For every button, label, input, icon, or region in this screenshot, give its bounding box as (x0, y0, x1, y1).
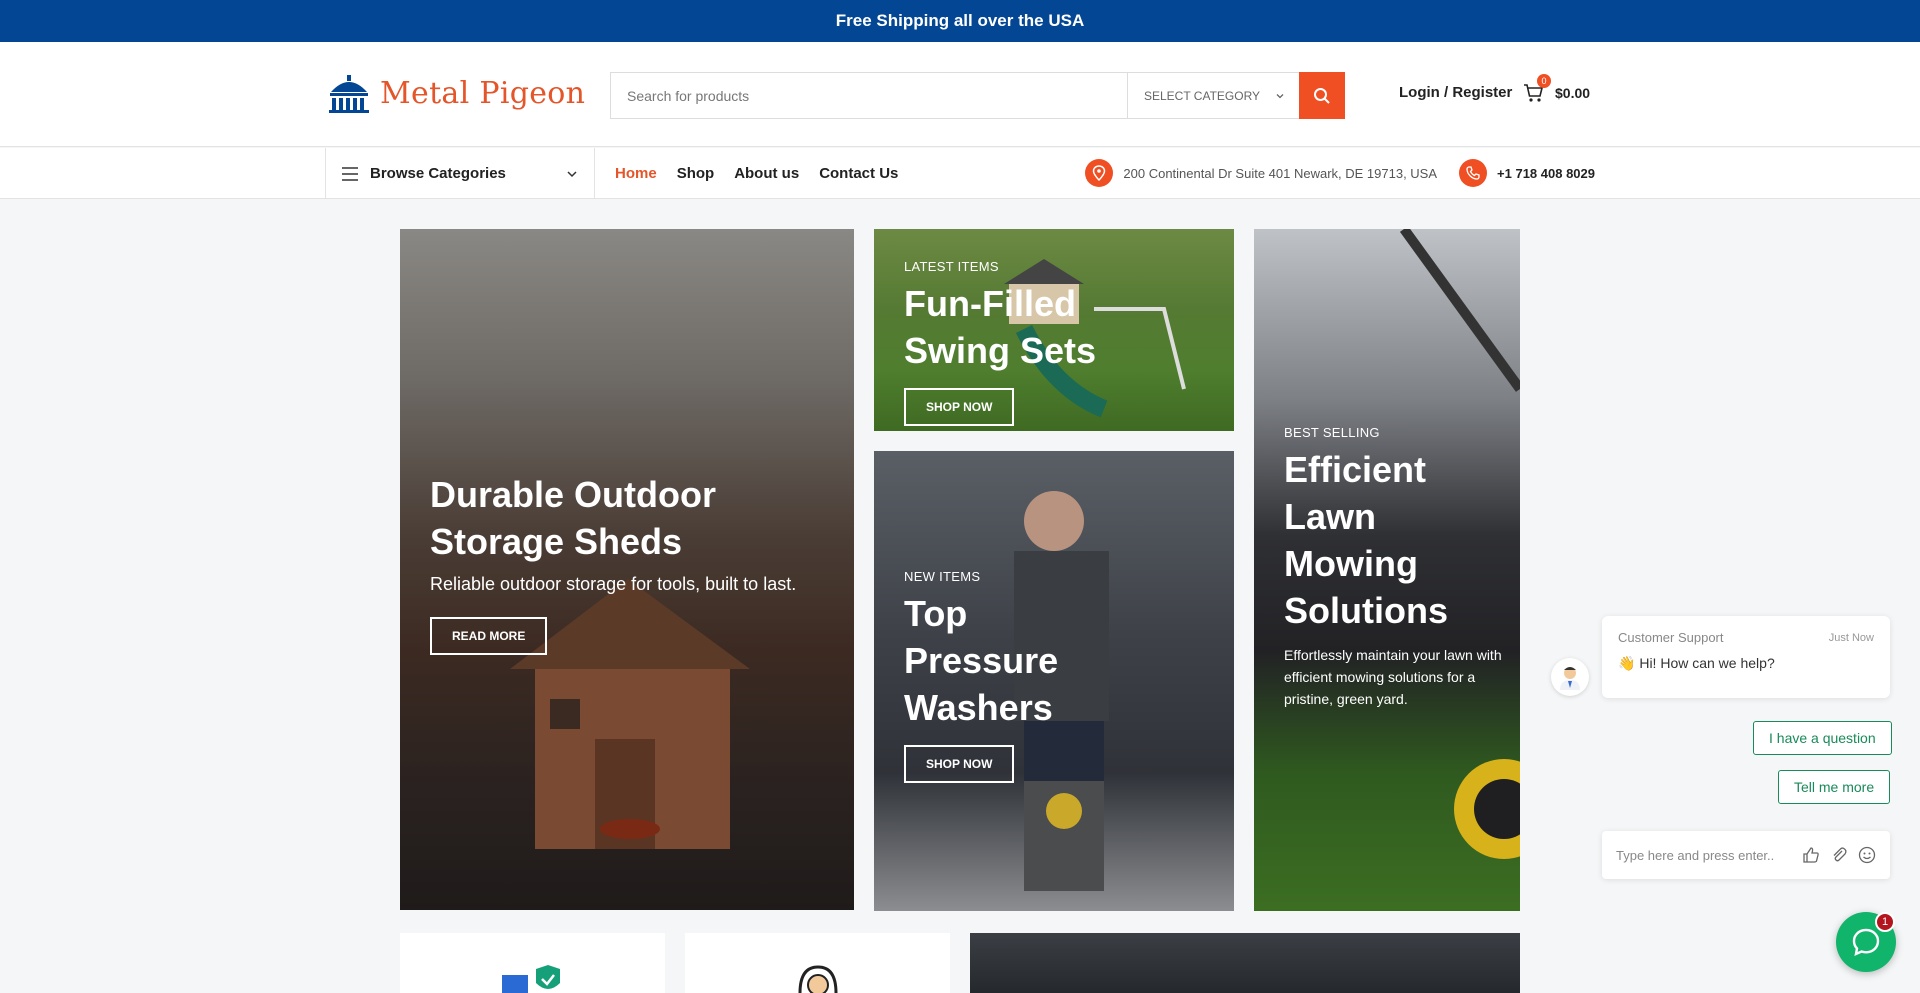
chip-i-have-a-question[interactable]: I have a question (1753, 721, 1892, 755)
cart-total: $0.00 (1555, 85, 1591, 101)
cart-icon: 0 (1523, 74, 1551, 104)
banner-swing-sets[interactable]: LATEST ITEMS Fun-Filled Swing Sets SHOP … (874, 229, 1234, 431)
swing-title-line1: Fun-Filled (904, 283, 1076, 324)
washer-eyebrow: NEW ITEMS (904, 569, 981, 584)
lawn-description: Effortlessly maintain your lawn with eff… (1284, 647, 1502, 707)
login-register-link[interactable]: Login / Register (1399, 84, 1512, 101)
chat-time: Just Now (1828, 632, 1874, 644)
search-bar: SELECT CATEGORY (610, 72, 1345, 119)
shipping-text: Free Shipping all over the USA (835, 11, 1085, 30)
lawn-title-line1: Efficient (1284, 449, 1427, 490)
logo-text: Metal Pigeon (380, 75, 586, 111)
promo-card[interactable] (970, 933, 1520, 993)
washer-shop-now-button[interactable]: SHOP NOW (904, 745, 1015, 783)
logo[interactable]: Metal Pigeon (326, 72, 585, 114)
waving-hand-icon: 👋 (1618, 655, 1636, 671)
browse-categories-button[interactable]: Browse Categories (325, 148, 595, 199)
cart-count-badge: 0 (1537, 74, 1551, 88)
contact-info: 200 Continental Dr Suite 401 Newark, DE … (1085, 159, 1595, 187)
primary-menu: Home Shop About us Contact Us (615, 148, 898, 199)
emoji-icon[interactable] (1858, 846, 1876, 864)
shed-description: Reliable outdoor storage for tools, buil… (430, 574, 797, 594)
category-select[interactable]: SELECT CATEGORY (1127, 73, 1299, 118)
phone-icon (1459, 159, 1488, 187)
chip-tell-me-more[interactable]: Tell me more (1778, 770, 1891, 804)
washer-title-line3: Washers (904, 687, 1053, 728)
chat-bubble-icon (1852, 928, 1880, 957)
main-nav: Browse Categories Home Shop About us Con… (0, 148, 1920, 199)
chat-unread-badge: 1 (1875, 912, 1895, 932)
lawn-title-line4: Solutions (1284, 590, 1448, 631)
search-icon (1314, 87, 1330, 104)
shed-title-line2: Storage Sheds (430, 521, 683, 562)
chat-message-text: 👋 Hi! How can we help? (1618, 655, 1874, 672)
feature-card (400, 933, 665, 993)
nav-about-us[interactable]: About us (734, 165, 799, 182)
banner-storage-sheds[interactable]: Durable Outdoor Storage Sheds Reliable o… (400, 229, 854, 910)
shed-title-line1: Durable Outdoor (430, 474, 716, 515)
chevron-down-icon (567, 170, 577, 177)
banner-pressure-washers[interactable]: NEW ITEMS Top Pressure Washers SHOP NOW (874, 451, 1234, 911)
swing-title-line2: Swing Sets (904, 330, 1097, 371)
support-headset-icon (798, 965, 838, 993)
feature-card (685, 933, 950, 993)
pigeon-dome-icon (329, 75, 369, 113)
washer-title-line1: Top (904, 593, 968, 634)
washer-title-line2: Pressure (904, 640, 1059, 681)
lawn-title-line2: Lawn (1284, 496, 1377, 537)
thumbs-up-icon[interactable] (1802, 846, 1820, 864)
nav-shop[interactable]: Shop (677, 165, 715, 182)
hamburger-icon (342, 166, 358, 181)
chat-composer (1602, 831, 1890, 879)
lawn-eyebrow: BEST SELLING (1284, 425, 1380, 440)
search-button[interactable] (1299, 72, 1345, 119)
phone-link[interactable]: +1 718 408 8029 (1497, 166, 1595, 181)
paperclip-icon[interactable] (1830, 846, 1848, 864)
secure-card-icon (502, 965, 560, 993)
swing-shop-now-button[interactable]: SHOP NOW (904, 388, 1015, 426)
search-input[interactable] (611, 73, 1127, 118)
swing-eyebrow: LATEST ITEMS (904, 259, 999, 274)
banner-lawn-mowing[interactable]: BEST SELLING Efficient Lawn Mowing Solut… (1254, 229, 1520, 911)
chat-message-body: Hi! How can we help? (1639, 655, 1775, 671)
address-text: 200 Continental Dr Suite 401 Newark, DE … (1123, 165, 1438, 181)
category-select-label: SELECT CATEGORY (1144, 88, 1261, 103)
location-pin-icon (1085, 159, 1114, 187)
chevron-down-icon (1276, 93, 1284, 98)
site-header: Metal Pigeon SELECT CATEGORY Login / Reg… (0, 42, 1920, 147)
shipping-banner: Free Shipping all over the USA (0, 0, 1920, 42)
nav-contact-us[interactable]: Contact Us (819, 165, 898, 182)
lawn-title-line3: Mowing (1284, 543, 1418, 584)
read-more-button[interactable]: READ MORE (430, 617, 548, 655)
browse-categories-label: Browse Categories (370, 165, 506, 182)
support-avatar (1551, 658, 1589, 696)
chat-message: Customer Support Just Now 👋 Hi! How can … (1602, 616, 1890, 698)
nav-home[interactable]: Home (615, 165, 657, 182)
cart-button[interactable]: 0 $0.00 (1523, 74, 1591, 104)
chat-input[interactable] (1616, 847, 1792, 863)
